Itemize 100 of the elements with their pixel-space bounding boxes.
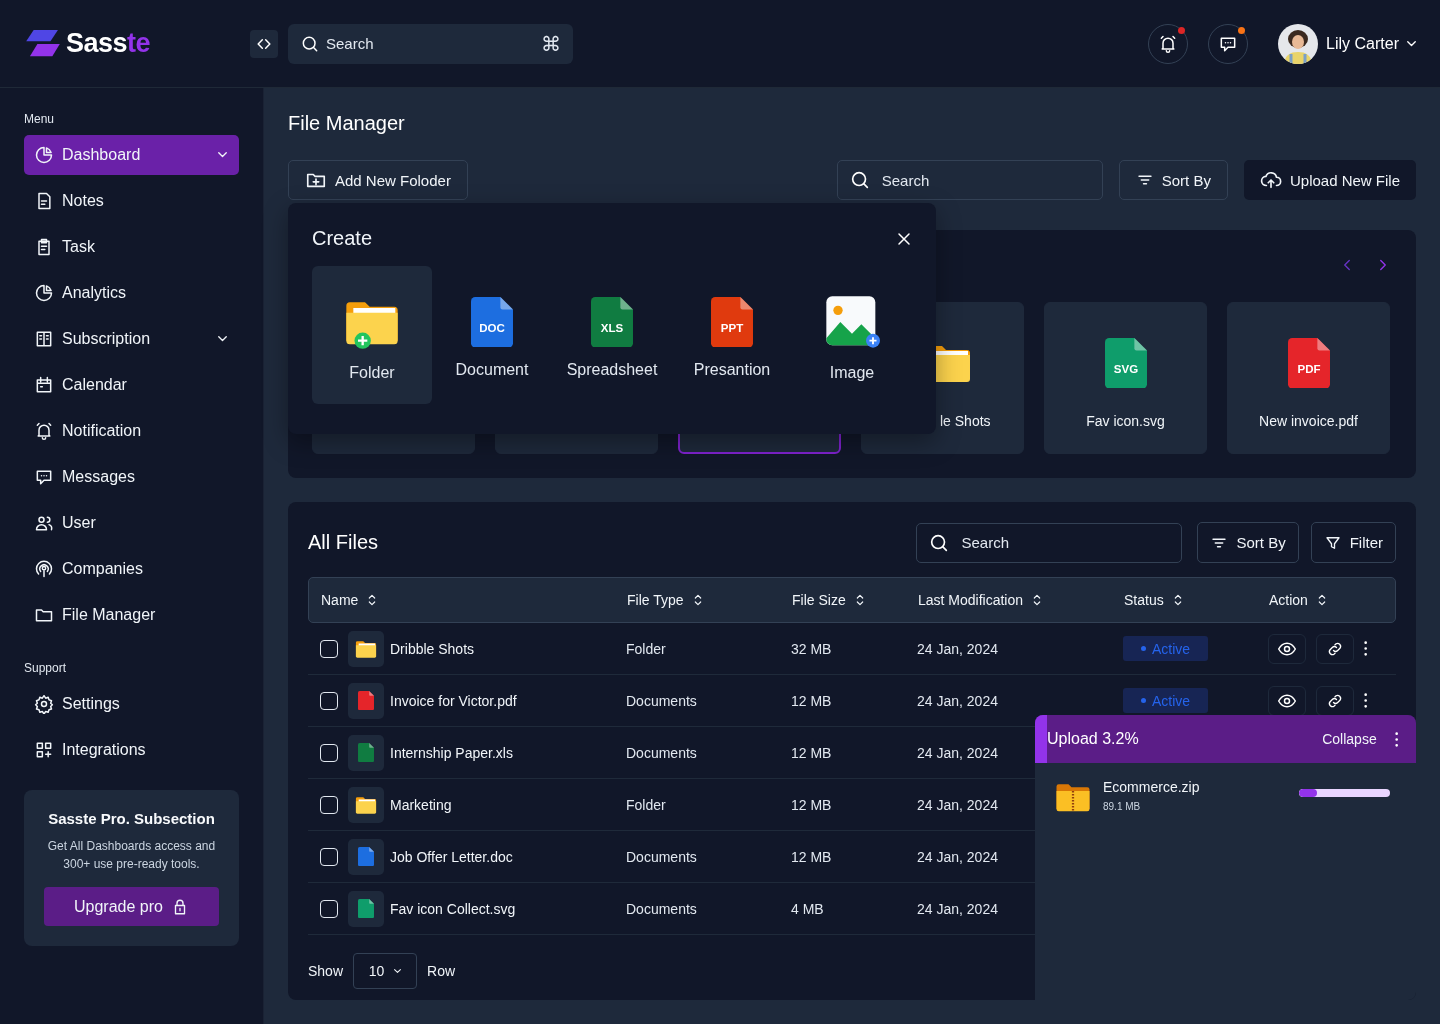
file-name: Dribble Shots xyxy=(390,640,475,657)
create-option[interactable]: PPT Presantion xyxy=(672,266,792,404)
upload-title: Upload 3.2% xyxy=(1047,730,1140,748)
search-field[interactable]: Search xyxy=(916,522,1183,563)
column-header[interactable]: Status xyxy=(1124,592,1164,608)
add-folder-button[interactable]: Add New Foloder xyxy=(288,160,468,200)
table-cell: 4 MB xyxy=(791,900,824,917)
file-name: Invoice for Victor.pdf xyxy=(390,692,517,709)
popup-title: Create xyxy=(312,227,373,250)
collapse-button[interactable]: Collapse xyxy=(1322,731,1377,747)
create-option[interactable]: Folder xyxy=(312,266,432,404)
sidebar-item[interactable]: Messages xyxy=(24,457,239,497)
more-button[interactable] xyxy=(1364,641,1368,656)
create-option[interactable]: DOC Document xyxy=(432,266,552,404)
settings-icon xyxy=(34,694,54,714)
checkbox[interactable] xyxy=(320,847,338,866)
sidebar-item[interactable]: Subscription xyxy=(24,319,239,359)
table-cell: 12 MB xyxy=(791,692,832,709)
page-size-dropdown[interactable]: 10 xyxy=(353,953,418,989)
promo-text: Get All Dashboards access and 300+ use pre-ready tools. xyxy=(46,838,217,873)
upgrade-button[interactable]: Upgrade pro xyxy=(44,887,219,926)
checkbox[interactable] xyxy=(320,743,338,762)
document-icon: DOC xyxy=(471,296,513,348)
document-icon: PDF xyxy=(1287,337,1330,389)
file-card[interactable]: PDF New invoice.pdf xyxy=(1227,302,1390,454)
sidebar-item[interactable]: Task xyxy=(24,227,239,267)
status-badge: Active xyxy=(1123,636,1209,661)
section-label: Support xyxy=(24,661,68,675)
file-name: New invoice.pdf xyxy=(1259,413,1358,429)
sort-button[interactable]: Sort By xyxy=(1118,160,1228,200)
document-icon xyxy=(358,898,374,919)
file-card[interactable]: SVG Fav icon.svg xyxy=(1044,302,1207,454)
table-cell: 32 MB xyxy=(791,640,832,657)
more-button[interactable] xyxy=(1364,693,1368,708)
chat-icon xyxy=(34,467,54,487)
file-name: Job Offer Letter.doc xyxy=(390,848,513,865)
table-cell: 24 Jan, 2024 xyxy=(917,796,998,813)
table-cell: Folder xyxy=(626,796,666,813)
chevron-down-icon xyxy=(218,152,227,158)
chevron-down-icon xyxy=(1407,40,1416,47)
users-icon xyxy=(34,513,54,533)
table-cell: 24 Jan, 2024 xyxy=(917,744,998,761)
sidebar-item[interactable]: Companies xyxy=(24,549,239,589)
logo-icon xyxy=(24,29,62,58)
document-icon xyxy=(358,742,374,763)
checkbox[interactable] xyxy=(320,899,338,918)
sidebar-item[interactable]: Integrations xyxy=(24,730,239,770)
table-cell: 12 MB xyxy=(791,848,832,865)
column-header[interactable]: File Size xyxy=(792,592,846,608)
sidebar-item[interactable]: Calendar xyxy=(24,365,239,405)
book-icon xyxy=(34,329,54,349)
document-icon xyxy=(358,690,374,711)
sidebar-item[interactable]: Notes xyxy=(24,181,239,221)
show-label: Show xyxy=(308,963,344,979)
sidebar-item[interactable]: Dashboard xyxy=(24,135,239,175)
create-option[interactable]: XLS Spreadsheet xyxy=(552,266,672,404)
sidebar-item[interactable]: Settings xyxy=(24,684,239,724)
document-icon: XLS xyxy=(591,296,633,348)
column-header[interactable]: File Type xyxy=(627,592,684,608)
copy-link-button[interactable] xyxy=(1316,633,1354,664)
sidebar-item[interactable]: Analytics xyxy=(24,273,239,313)
page-title: File Manager xyxy=(288,112,406,136)
sidebar-item[interactable]: File Manager xyxy=(24,595,239,635)
view-button[interactable] xyxy=(1268,633,1306,664)
status-badge: Active xyxy=(1123,688,1209,713)
cloud-upload-icon xyxy=(1259,169,1282,191)
table-cell: 24 Jan, 2024 xyxy=(917,900,998,917)
bell-icon xyxy=(34,421,54,441)
table-cell: 24 Jan, 2024 xyxy=(917,848,998,865)
shortcut-key: ⌘ xyxy=(541,31,561,56)
file-name: le Shots xyxy=(939,413,991,429)
section-label: Menu xyxy=(24,112,56,126)
table-cell: Folder xyxy=(626,640,666,657)
sidebar-item[interactable]: User xyxy=(24,503,239,543)
checkbox[interactable] xyxy=(320,691,338,710)
column-header[interactable]: Action xyxy=(1269,592,1308,608)
table-cell: Documents xyxy=(626,848,697,865)
more-button[interactable] xyxy=(1394,731,1398,747)
column-header[interactable]: Last Modification xyxy=(918,592,1024,608)
document-icon xyxy=(358,846,374,867)
sort-button[interactable]: Sort By xyxy=(1197,522,1299,563)
search-field[interactable]: Search xyxy=(836,160,1103,200)
sidebar-toggle-button[interactable] xyxy=(250,29,278,58)
file-name: Fav icon.svg xyxy=(1086,413,1165,429)
user-menu[interactable]: Lily Carter xyxy=(1278,23,1416,64)
table-cell: 24 Jan, 2024 xyxy=(917,640,998,657)
apps-icon xyxy=(34,740,54,760)
file-size: 89.1 MB xyxy=(1103,801,1142,812)
promo-title: Sasste Pro. Subsection xyxy=(47,810,216,827)
upload-button[interactable]: Upload New File xyxy=(1243,160,1416,200)
kebab-icon xyxy=(1394,731,1398,747)
checkbox[interactable] xyxy=(320,639,338,658)
table-cell: Documents xyxy=(626,900,697,917)
column-header[interactable]: Name xyxy=(321,592,359,608)
logo-text: Sasste xyxy=(66,28,151,59)
broadcast-icon xyxy=(34,559,54,579)
sidebar-item[interactable]: Notification xyxy=(24,411,239,451)
filter-button[interactable]: Filter xyxy=(1310,522,1396,563)
checkbox[interactable] xyxy=(320,795,338,814)
table-cell: 12 MB xyxy=(791,796,832,813)
